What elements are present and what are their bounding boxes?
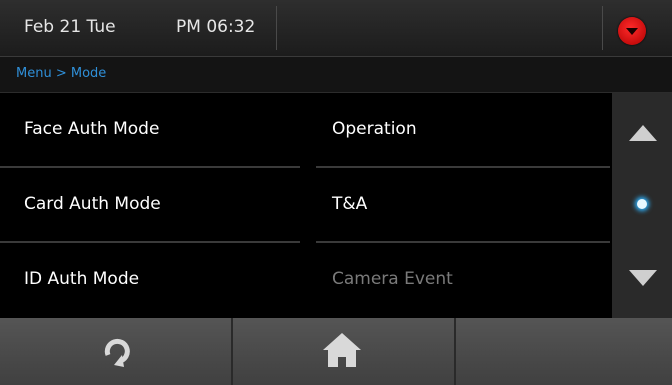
- status-bar: Feb 21 Tue PM 06:32: [0, 0, 672, 57]
- dropdown-arrow-red-icon[interactable]: [618, 17, 646, 45]
- home-icon: [323, 333, 361, 367]
- row-label: Face Auth Mode: [24, 119, 160, 139]
- row-value[interactable]: Operation: [332, 119, 417, 139]
- scroll-down-icon[interactable]: [629, 270, 657, 286]
- list-item-card-auth-mode[interactable]: Card Auth Mode T&A: [0, 168, 612, 243]
- breadcrumb-text[interactable]: Menu > Mode: [16, 66, 106, 81]
- bottom-nav-bar: [0, 318, 672, 385]
- list-item-face-auth-mode[interactable]: Face Auth Mode Operation: [0, 93, 612, 168]
- back-button[interactable]: [0, 318, 231, 385]
- scroll-up-icon[interactable]: [629, 125, 657, 141]
- divider: [602, 6, 603, 50]
- date-display: Feb 21 Tue: [24, 17, 116, 37]
- page-indicator-dot-icon: [637, 199, 647, 209]
- scroll-bar: [612, 93, 672, 318]
- breadcrumb: Menu > Mode: [0, 57, 672, 93]
- row-value[interactable]: T&A: [332, 194, 367, 214]
- home-button[interactable]: [233, 318, 454, 385]
- divider: [276, 6, 277, 50]
- mode-list: Face Auth Mode Operation Card Auth Mode …: [0, 93, 612, 318]
- row-value[interactable]: Camera Event: [332, 269, 453, 289]
- row-label: Card Auth Mode: [24, 194, 161, 214]
- refresh-back-icon: [104, 338, 130, 367]
- time-display: PM 06:32: [176, 17, 256, 37]
- row-label: ID Auth Mode: [24, 269, 140, 289]
- divider: [454, 318, 456, 385]
- list-item-id-auth-mode[interactable]: ID Auth Mode Camera Event: [0, 243, 612, 318]
